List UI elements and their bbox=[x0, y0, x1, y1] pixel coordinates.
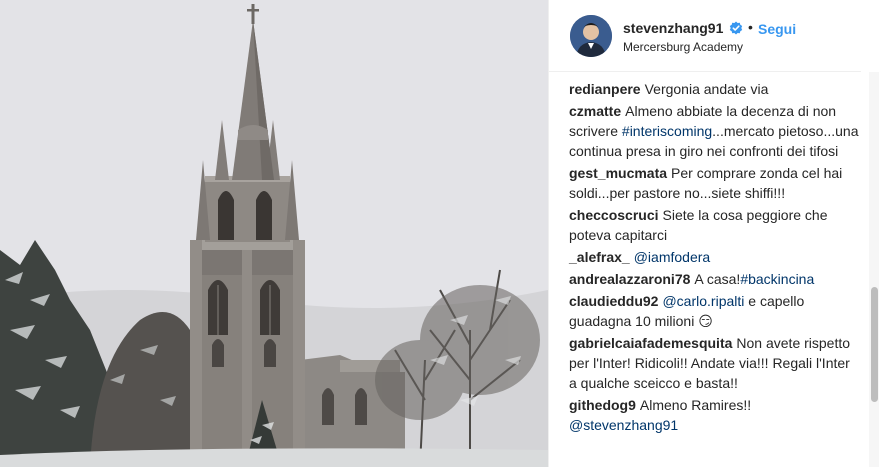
comment-link[interactable]: #backincina bbox=[740, 271, 814, 287]
comment-username[interactable]: gabrielcaiafademesquita bbox=[569, 335, 732, 351]
comment-username[interactable]: czmatte bbox=[569, 103, 621, 119]
comment-username[interactable]: _alefrax_ bbox=[569, 249, 630, 265]
comment-item: _alefrax_ @iamfodera bbox=[569, 246, 859, 267]
profile-avatar[interactable] bbox=[570, 15, 612, 57]
comment-item: andrealazzaroni78 A casa!#backincina bbox=[569, 268, 859, 289]
comment-item: checcoscruci Siete la cosa peggiore che p… bbox=[569, 204, 859, 245]
comment-item: githedog9 Almeno Ramires!! @stevenzhang91 bbox=[569, 394, 859, 435]
comment-link[interactable]: @carlo.ripalti bbox=[662, 293, 744, 309]
post-location[interactable]: Mercersburg Academy bbox=[623, 40, 743, 54]
comments-list: redianpere Vergonia andate via czmatte Alme… bbox=[569, 78, 859, 436]
comment-text: Almeno Ramires!! bbox=[639, 397, 752, 413]
comments-scrollbar[interactable] bbox=[869, 72, 879, 467]
comment-username[interactable]: claudieddu92 bbox=[569, 293, 658, 309]
comment-link[interactable]: @iamfodera bbox=[634, 249, 710, 265]
comment-link[interactable]: @stevenzhang91 bbox=[569, 417, 678, 433]
comment-item: czmatte Almeno abbiate la decenza di non … bbox=[569, 100, 859, 161]
comment-username[interactable]: andrealazzaroni78 bbox=[569, 271, 690, 287]
post-sidebar: stevenzhang91 • Segui Mercersburg Academ… bbox=[548, 0, 879, 467]
follow-button[interactable]: Segui bbox=[758, 21, 796, 37]
comment-text: Vergonia andate via bbox=[644, 81, 769, 97]
post-header: stevenzhang91 • Segui Mercersburg Academ… bbox=[549, 0, 861, 72]
comment-username[interactable]: gest_mucmata bbox=[569, 165, 667, 181]
comment-username[interactable]: redianpere bbox=[569, 81, 641, 97]
church-tower-photo bbox=[0, 0, 548, 467]
scrollbar-thumb[interactable] bbox=[871, 287, 878, 402]
comment-item: redianpere Vergonia andate via bbox=[569, 78, 859, 99]
comment-item: gest_mucmata Per comprare zonda cel hai s… bbox=[569, 162, 859, 203]
comment-item: claudieddu92 @carlo.ripalti e capello gua… bbox=[569, 290, 859, 331]
post-username[interactable]: stevenzhang91 bbox=[623, 20, 723, 36]
verified-badge-icon bbox=[729, 21, 743, 35]
comment-link[interactable]: #interiscoming bbox=[622, 123, 712, 139]
header-separator: • bbox=[748, 19, 753, 35]
comment-username[interactable]: checcoscruci bbox=[569, 207, 659, 223]
comment-item: gabrielcaiafademesquita Non avete rispett… bbox=[569, 332, 859, 393]
comment-text: A casa! bbox=[694, 271, 741, 287]
comment-username[interactable]: githedog9 bbox=[569, 397, 636, 413]
post-photo[interactable] bbox=[0, 0, 548, 467]
